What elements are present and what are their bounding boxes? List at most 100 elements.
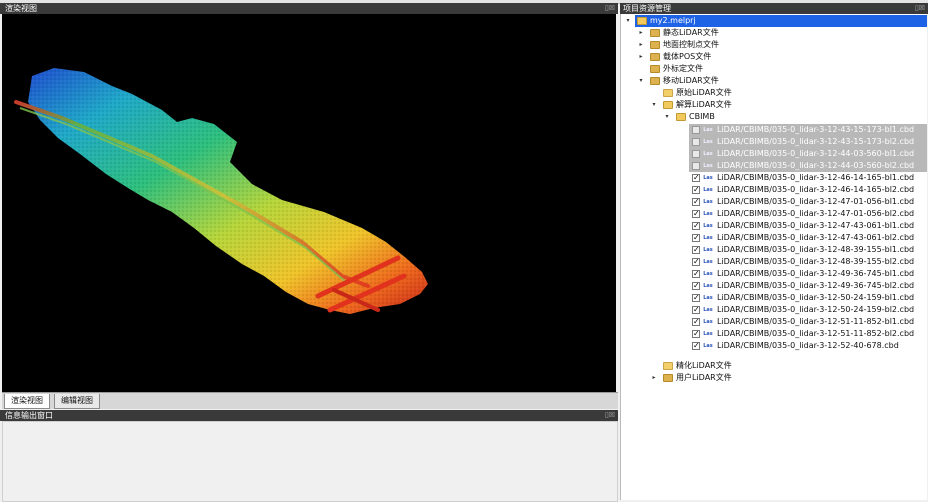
render-view-title: 渲染视图 (5, 4, 37, 13)
file-checkbox[interactable]: ✓ (692, 294, 700, 302)
file-row[interactable]: Las LiDAR/CBIMB/035-0_lidar-3-12-43-15-17… (689, 124, 927, 136)
file-name: LiDAR/CBIMB/035-0_lidar-3-12-46-14-165-b… (717, 173, 915, 182)
file-name: LiDAR/CBIMB/035-0_lidar-3-12-50-24-159-b… (717, 293, 915, 302)
las-file-icon: Las (703, 271, 713, 277)
view-tab-bar: 渲染视图 编辑视图 (2, 392, 618, 409)
project-tree[interactable]: ▾ my2.melprj ▸ 静态LiDAR文件 ▸ 地面控制点文件 ▸ 载体P… (620, 14, 927, 500)
file-row[interactable]: ✓ Las LiDAR/CBIMB/035-0_lidar-3-12-49-36-7… (689, 280, 927, 292)
info-output-area[interactable] (2, 421, 618, 502)
file-row[interactable]: ✓ Las LiDAR/CBIMB/035-0_lidar-3-12-52-40-6… (689, 340, 927, 352)
file-row[interactable]: ✓ Las LiDAR/CBIMB/035-0_lidar-3-12-49-36-7… (689, 268, 927, 280)
file-checkbox[interactable]: ✓ (692, 318, 700, 326)
tree-node-pos-file[interactable]: ▸ 载体POS文件 (621, 51, 927, 63)
file-row[interactable]: Las LiDAR/CBIMB/035-0_lidar-3-12-43-15-17… (689, 136, 927, 148)
file-name: LiDAR/CBIMB/035-0_lidar-3-12-44-03-560-b… (717, 161, 915, 170)
las-file-icon: Las (703, 187, 713, 193)
las-file-icon: Las (703, 199, 713, 205)
tree-node-mobile-lidar[interactable]: ▾ 移动LiDAR文件 (621, 75, 927, 87)
file-row[interactable]: Las LiDAR/CBIMB/035-0_lidar-3-12-44-03-56… (689, 148, 927, 160)
folder-icon (650, 53, 660, 61)
file-name: LiDAR/CBIMB/035-0_lidar-3-12-50-24-159-b… (717, 305, 915, 314)
folder-icon (650, 29, 660, 37)
expand-arrow-icon[interactable]: ▸ (637, 39, 645, 51)
tree-node-static-lidar[interactable]: ▸ 静态LiDAR文件 (621, 27, 927, 39)
file-checkbox[interactable]: ✓ (692, 270, 700, 278)
project-manager-titlebar: 项目资源管理 ▯☒ (620, 3, 928, 14)
file-checkbox[interactable]: ✓ (692, 258, 700, 266)
las-file-icon: Las (703, 295, 713, 301)
file-name: LiDAR/CBIMB/035-0_lidar-3-12-49-36-745-b… (717, 269, 915, 278)
project-manager-title: 项目资源管理 (623, 4, 671, 13)
file-row[interactable]: ✓ Las LiDAR/CBIMB/035-0_lidar-3-12-48-39-1… (689, 244, 927, 256)
las-file-icon: Las (703, 223, 713, 229)
tree-node-cbimb[interactable]: ▾ CBIMB (621, 111, 927, 123)
file-name: LiDAR/CBIMB/035-0_lidar-3-12-46-14-165-b… (717, 185, 915, 194)
file-row[interactable]: ✓ Las LiDAR/CBIMB/035-0_lidar-3-12-51-11-8… (689, 328, 927, 340)
file-checkbox[interactable]: ✓ (692, 210, 700, 218)
collapse-arrow-icon[interactable]: ▾ (650, 99, 658, 111)
file-row[interactable]: ✓ Las LiDAR/CBIMB/035-0_lidar-3-12-51-11-8… (689, 316, 927, 328)
file-row[interactable]: ✓ Las LiDAR/CBIMB/035-0_lidar-3-12-48-39-1… (689, 256, 927, 268)
file-row[interactable]: ✓ Las LiDAR/CBIMB/035-0_lidar-3-12-46-14-1… (689, 184, 927, 196)
file-checkbox[interactable] (692, 162, 700, 170)
las-file-icon: Las (703, 259, 713, 265)
las-file-icon: Las (703, 319, 713, 325)
las-file-icon: Las (703, 163, 713, 169)
file-checkbox[interactable]: ✓ (692, 174, 700, 182)
file-checkbox[interactable] (692, 138, 700, 146)
file-checkbox[interactable]: ✓ (692, 342, 700, 350)
file-name: LiDAR/CBIMB/035-0_lidar-3-12-52-40-678.c… (717, 341, 899, 350)
file-name: LiDAR/CBIMB/035-0_lidar-3-12-44-03-560-b… (717, 149, 915, 158)
tree-root-label: my2.melprj (650, 16, 696, 25)
folder-open-icon (663, 101, 673, 109)
las-file-icon: Las (703, 283, 713, 289)
tree-node-calibration[interactable]: 外标定文件 (621, 63, 927, 75)
file-checkbox[interactable]: ✓ (692, 234, 700, 242)
tree-root[interactable]: ▾ my2.melprj (621, 15, 927, 27)
file-checkbox[interactable] (692, 150, 700, 158)
file-row[interactable]: ✓ Las LiDAR/CBIMB/035-0_lidar-3-12-50-24-1… (689, 304, 927, 316)
file-row[interactable]: ✓ Las LiDAR/CBIMB/035-0_lidar-3-12-47-43-0… (689, 220, 927, 232)
tab-render-view[interactable]: 渲染视图 (4, 394, 50, 409)
collapse-arrow-icon[interactable]: ▾ (663, 111, 671, 123)
file-checkbox[interactable]: ✓ (692, 198, 700, 206)
file-checkbox[interactable]: ✓ (692, 282, 700, 290)
las-file-icon: Las (703, 307, 713, 313)
tree-node-solved-lidar[interactable]: ▾ 解算LiDAR文件 (621, 99, 927, 111)
file-checkbox[interactable]: ✓ (692, 222, 700, 230)
tree-node-raw-lidar[interactable]: 原始LiDAR文件 (621, 87, 927, 99)
info-output-titlebar: 信息输出窗口 ▯☒ (0, 410, 618, 421)
las-file-icon: Las (703, 247, 713, 253)
folder-open-icon (676, 113, 686, 121)
project-panel-controls[interactable]: ▯☒ (915, 3, 925, 14)
point-cloud-render (2, 14, 616, 392)
file-row[interactable]: ✓ Las LiDAR/CBIMB/035-0_lidar-3-12-47-01-0… (689, 208, 927, 220)
las-file-icon: Las (703, 331, 713, 337)
file-checkbox[interactable]: ✓ (692, 246, 700, 254)
render-panel-controls[interactable]: ▯☒ (605, 3, 615, 14)
tree-node-refined-lidar[interactable]: 精化LiDAR文件 (621, 360, 927, 372)
collapse-arrow-icon[interactable]: ▾ (637, 75, 645, 87)
folder-icon (650, 65, 660, 73)
tab-edit-view[interactable]: 编辑视图 (54, 394, 100, 409)
las-file-icon: Las (703, 151, 713, 157)
expand-arrow-icon[interactable]: ▸ (650, 372, 658, 384)
file-row[interactable]: ✓ Las LiDAR/CBIMB/035-0_lidar-3-12-50-24-1… (689, 292, 927, 304)
file-row[interactable]: ✓ Las LiDAR/CBIMB/035-0_lidar-3-12-47-01-0… (689, 196, 927, 208)
file-row[interactable]: Las LiDAR/CBIMB/035-0_lidar-3-12-44-03-56… (689, 160, 927, 172)
file-checkbox[interactable] (692, 126, 700, 134)
file-name: LiDAR/CBIMB/035-0_lidar-3-12-51-11-852-b… (717, 329, 915, 338)
file-checkbox[interactable]: ✓ (692, 330, 700, 338)
file-row[interactable]: ✓ Las LiDAR/CBIMB/035-0_lidar-3-12-47-43-0… (689, 232, 927, 244)
expand-arrow-icon[interactable]: ▸ (637, 27, 645, 39)
collapse-arrow-icon[interactable]: ▾ (624, 15, 632, 27)
tree-node-ground-control[interactable]: ▸ 地面控制点文件 (621, 39, 927, 51)
point-cloud-viewport[interactable] (2, 14, 616, 392)
file-checkbox[interactable]: ✓ (692, 306, 700, 314)
file-row[interactable]: ✓ Las LiDAR/CBIMB/035-0_lidar-3-12-46-14-1… (689, 172, 927, 184)
info-panel-controls[interactable]: ▯☒ (605, 410, 615, 421)
tree-node-user-lidar[interactable]: ▸ 用户LiDAR文件 (621, 372, 927, 384)
expand-arrow-icon[interactable]: ▸ (637, 51, 645, 63)
las-file-icon: Las (703, 127, 713, 133)
file-checkbox[interactable]: ✓ (692, 186, 700, 194)
